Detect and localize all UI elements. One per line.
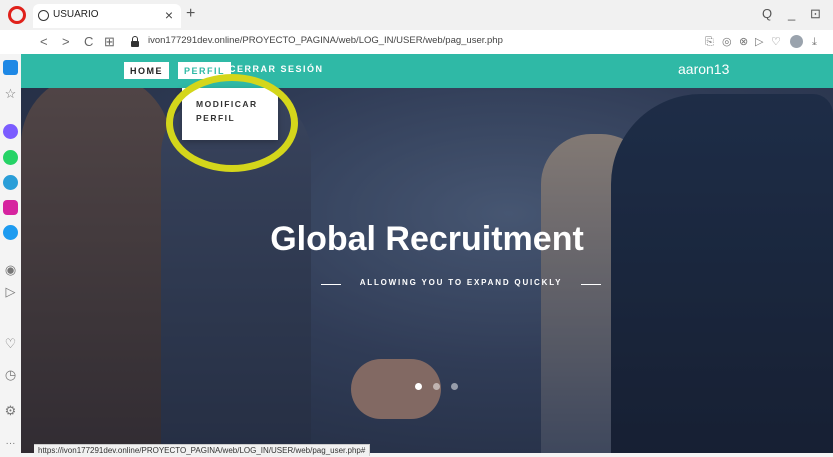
page-viewport: HOME PERFIL CERRAR SESIÓN aaron13 MODIFI… [21, 54, 833, 453]
divider-right [581, 284, 601, 285]
username-label: aaron13 [678, 61, 730, 77]
hero-subtitle: ALLOWING YOU TO EXPAND QUICKLY [359, 278, 563, 287]
search-tabs-icon[interactable]: Q [762, 6, 772, 22]
tab-title: USUARIO [53, 9, 99, 20]
maximize-button[interactable]: ⊡ [810, 6, 821, 22]
carousel-dot-3[interactable] [451, 383, 458, 390]
heart-icon[interactable]: ♡ [771, 34, 781, 50]
profile-icon[interactable] [790, 35, 803, 48]
speed-dial-icon[interactable]: ⊞ [104, 33, 115, 51]
heart-icon[interactable]: ♡ [3, 336, 18, 351]
minimize-button[interactable]: _ [788, 6, 795, 22]
reload-button[interactable]: C [84, 33, 93, 51]
nav-home-link[interactable]: HOME [124, 62, 169, 79]
carousel-dot-1[interactable] [415, 383, 422, 390]
twitter-icon[interactable] [3, 225, 18, 240]
send-icon[interactable]: ▷ [755, 34, 763, 50]
address-bar: < > C ⊞ ivon177291dev.online/PROYECTO_PA… [0, 30, 833, 54]
hero-subtitle-row: ALLOWING YOU TO EXPAND QUICKLY [321, 278, 601, 292]
camera-icon[interactable]: ◎ [722, 34, 732, 50]
settings-icon[interactable]: ⚙ [3, 403, 18, 418]
whatsapp-icon[interactable] [3, 150, 18, 165]
instagram-icon[interactable] [3, 200, 18, 215]
carousel-dot-2[interactable] [433, 383, 440, 390]
vpn-icon[interactable]: ⊗ [739, 34, 748, 50]
back-button[interactable]: < [40, 33, 48, 51]
browser-tab[interactable]: USUARIO × [33, 4, 181, 28]
telegram-icon[interactable] [3, 175, 18, 190]
url-field[interactable]: ivon177291dev.online/PROYECTO_PAGINA/web… [148, 35, 503, 46]
send-icon[interactable]: ▷ [3, 284, 18, 299]
status-bar-url: https://ivon177291dev.online/PROYECTO_PA… [34, 444, 371, 456]
download-icon[interactable]: ⤓ [812, 34, 817, 50]
new-tab-button[interactable]: + [186, 4, 195, 24]
snapshot-icon[interactable]: ⎘ [705, 34, 714, 50]
browser-sidebar: ☆ ◉ ▷ ♡ ◷ ⚙ ··· [0, 54, 21, 453]
lock-icon[interactable] [131, 36, 139, 47]
highlight-annotation-ring [166, 74, 298, 172]
more-icon[interactable]: ··· [3, 436, 18, 451]
hero-title: Global Recruitment [270, 220, 584, 258]
star-icon[interactable]: ☆ [3, 86, 18, 101]
globe-icon [38, 10, 49, 21]
divider-left [321, 284, 341, 285]
history-icon[interactable]: ◷ [3, 367, 18, 382]
opera-logo-icon[interactable] [8, 6, 26, 24]
forward-button[interactable]: > [62, 33, 70, 51]
player-icon[interactable]: ◉ [3, 262, 18, 277]
close-tab-icon[interactable]: × [165, 6, 173, 24]
site-navbar: HOME PERFIL CERRAR SESIÓN aaron13 [21, 54, 833, 88]
browser-tab-bar: USUARIO × + Q _ ⊡ [0, 0, 833, 30]
home-icon[interactable] [3, 60, 18, 75]
messenger-icon[interactable] [3, 124, 18, 139]
nav-logout-link[interactable]: CERRAR SESIÓN [229, 64, 324, 74]
